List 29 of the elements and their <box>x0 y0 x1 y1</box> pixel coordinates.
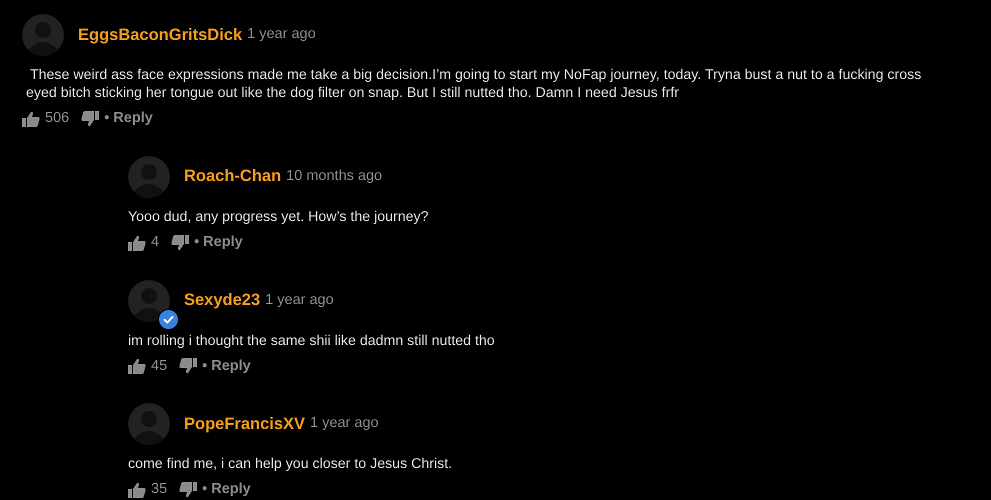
comment-text: im rolling i thought the same shii like dadmn still nutted tho <box>128 332 496 350</box>
reply-link[interactable]: • Reply <box>202 356 251 378</box>
like-count: 35 <box>151 480 168 500</box>
username[interactable]: Roach-Chan <box>184 164 282 190</box>
reply-link[interactable]: • Reply <box>194 232 243 254</box>
thumbs-up-icon[interactable] <box>128 358 146 374</box>
comment-text: come find me, i can help you closer to Jesus Christ. <box>128 455 454 474</box>
reply-link[interactable]: • Reply <box>104 108 153 130</box>
comment-text: These weird ass face expressions made me take a big decision.I’m going to start my NoFap journey, today. Tryna bust a nut to a fucking cross eyed bitch sticking her tongue out like the dog filter on snap. But I still nutted tho. Damn I need Jesus frfr <box>25 66 922 102</box>
username[interactable]: EggsBaconGritsDick <box>78 22 242 48</box>
thumbs-down-icon[interactable] <box>171 234 190 251</box>
comment-text: Yooo dud, any progress yet. How’s the journey? <box>128 208 430 226</box>
username[interactable]: PopeFrancisXV <box>184 412 306 437</box>
timestamp: 1 year ago <box>247 25 316 44</box>
thumbs-down-icon[interactable] <box>179 358 198 374</box>
thumbs-down-icon[interactable] <box>179 482 198 498</box>
reply-link[interactable]: • Reply <box>202 479 251 500</box>
thumbs-down-icon[interactable] <box>81 110 100 127</box>
thumbs-up-icon[interactable] <box>128 482 146 498</box>
like-count: 4 <box>151 232 160 252</box>
timestamp: 10 months ago <box>286 166 382 186</box>
thumbs-up-icon[interactable] <box>128 234 146 251</box>
timestamp: 1 year ago <box>265 290 334 310</box>
username[interactable]: Sexyde23 <box>184 288 260 313</box>
like-count: 45 <box>151 356 168 376</box>
like-count: 506 <box>45 109 70 128</box>
timestamp: 1 year ago <box>310 414 379 434</box>
avatar <box>128 280 170 322</box>
thumbs-up-icon[interactable] <box>22 110 40 127</box>
